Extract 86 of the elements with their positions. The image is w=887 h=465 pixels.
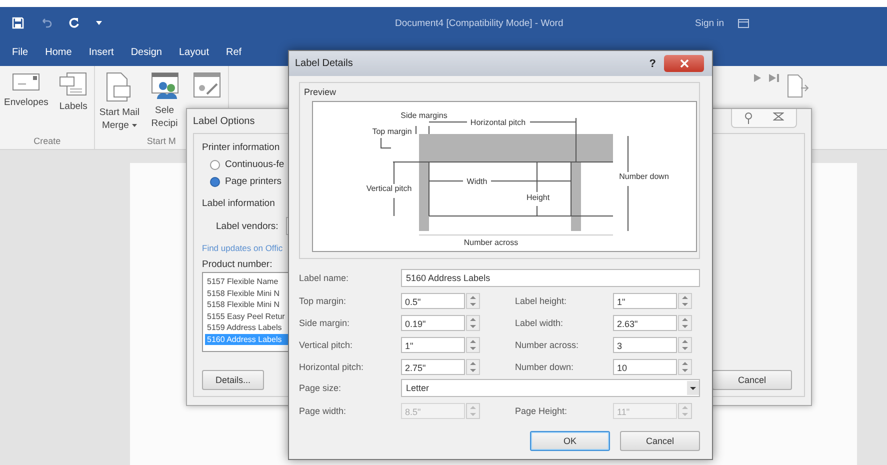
field-label: Product number: (202, 259, 272, 270)
diagram-label: Number across (464, 238, 518, 247)
diagram-label: Vertical pitch (366, 184, 412, 193)
spinner-arrows-icon[interactable] (678, 359, 692, 375)
spin-field[interactable]: 3 (613, 337, 677, 353)
pin-icon[interactable] (744, 112, 753, 124)
field-label: Number down: (515, 362, 575, 372)
close-button[interactable] (664, 55, 704, 72)
field-label: Page Height: (515, 406, 568, 416)
spinner-arrows-icon[interactable] (466, 293, 480, 309)
diagram-label: Width (466, 177, 488, 186)
spin-field[interactable]: 0.19" (401, 315, 465, 331)
spinner-arrows-icon[interactable] (678, 293, 692, 309)
spinner-arrows-icon[interactable] (678, 337, 692, 353)
diagram-label: Side margins (400, 111, 448, 120)
diagram-label: Height (526, 193, 550, 202)
field-label: Page size: (299, 383, 342, 393)
ribbon-group-label: Start M (146, 136, 176, 146)
finish-merge-icon[interactable] (787, 74, 809, 98)
diagram-label: Horizontal pitch (470, 118, 526, 127)
section-heading: Printer information (202, 142, 280, 153)
field-label: Top margin: (299, 296, 348, 306)
spinner-arrows-icon[interactable] (466, 315, 480, 331)
ribbon-tab[interactable]: Design (130, 45, 162, 60)
spinner-arrows-icon[interactable] (466, 359, 480, 375)
ribbon-tab[interactable]: Insert (88, 45, 114, 60)
ribbon-tab[interactable]: Layout (178, 45, 209, 60)
spin-field[interactable]: 10 (613, 359, 677, 375)
ribbon-button-label[interactable]: Merge (102, 119, 129, 132)
spinner-arrows-icon[interactable] (466, 403, 480, 419)
spin-field[interactable]: 2.63" (613, 315, 677, 331)
spin-field[interactable]: 2.75" (401, 359, 465, 375)
ribbon-group-label: Create (34, 136, 61, 146)
ribbon-tab[interactable]: Ref (226, 45, 242, 60)
labels-icon[interactable] (59, 72, 88, 96)
field-label: Page width: (299, 406, 348, 416)
diagram-label: Top margin (372, 127, 412, 136)
field-label: Label width: (515, 318, 564, 328)
envelope-icon[interactable] (12, 72, 40, 92)
last-record-icon[interactable] (769, 74, 779, 82)
radio-label[interactable]: Continuous-fe (225, 159, 284, 170)
field-label: Horizontal pitch: (299, 362, 365, 372)
spin-field[interactable]: 1" (613, 293, 677, 309)
field-label: Side margin: (299, 318, 351, 328)
ribbon-button-label[interactable]: Recipi (151, 117, 178, 130)
field-label: Label name: (299, 273, 350, 283)
field-label: Label height: (515, 296, 568, 306)
ribbon-button-label[interactable]: Labels (59, 100, 88, 113)
ok-button[interactable]: OK (530, 431, 610, 451)
help-button[interactable]: ? (649, 58, 656, 70)
window-title: Document4 [Compatibility Mode] - Word (395, 18, 564, 28)
diagram-label: Number down (619, 172, 669, 181)
undo-icon[interactable] (40, 18, 52, 28)
radio-button[interactable] (210, 176, 220, 186)
details-button[interactable]: Details... (202, 370, 264, 390)
ribbon-button-label[interactable]: Envelopes (4, 96, 48, 109)
document-icon[interactable] (106, 72, 132, 102)
spinner-arrows-icon[interactable] (678, 403, 692, 419)
people-icon[interactable] (150, 72, 178, 100)
sign-in-link[interactable]: Sign in (695, 18, 724, 28)
ribbon-tab[interactable]: Home (45, 45, 72, 60)
spinner-arrows-icon[interactable] (466, 337, 480, 353)
spin-field[interactable]: 0.5" (401, 293, 465, 309)
dialog-title: Label Options (193, 116, 255, 126)
page-size-dropdown[interactable]: Letter (401, 379, 700, 397)
field-label: Label vendors: (216, 220, 278, 232)
radio-button[interactable] (210, 160, 220, 170)
radio-label[interactable]: Page printers (225, 176, 282, 187)
spinner-arrows-icon[interactable] (678, 315, 692, 331)
cancel-button[interactable]: Cancel (620, 431, 700, 451)
group-title: Preview (304, 87, 336, 97)
spin-field[interactable]: 1" (401, 337, 465, 353)
customize-caret-icon[interactable] (96, 21, 102, 25)
label-name-field[interactable]: 5160 Address Labels (401, 269, 700, 287)
ribbon-button-label[interactable]: Sele (154, 104, 174, 117)
dialog-title: Label Details (295, 58, 354, 69)
section-heading: Label information (202, 198, 275, 209)
ribbon-tab[interactable]: File (12, 45, 28, 60)
cancel-button[interactable]: Cancel (712, 370, 792, 390)
edit-list-icon[interactable] (192, 72, 220, 100)
save-icon[interactable] (12, 17, 24, 29)
field-label: Number across: (515, 340, 580, 350)
next-record-icon[interactable] (754, 74, 761, 82)
ribbon-button-label[interactable]: Start Mail (99, 106, 140, 119)
redo-icon[interactable] (68, 17, 80, 29)
ribbon-display-icon[interactable] (738, 18, 750, 28)
